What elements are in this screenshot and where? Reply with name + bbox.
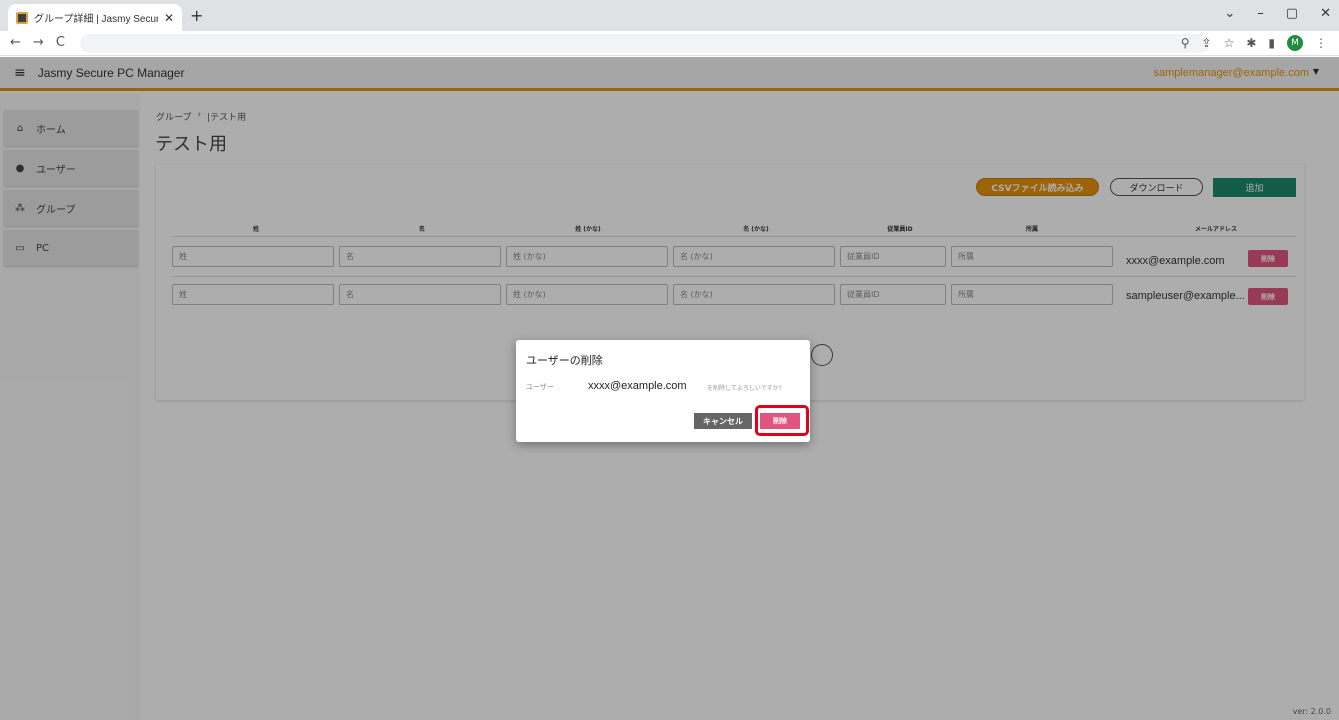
reload-icon[interactable]: C <box>56 35 65 50</box>
tab-title: グループ詳細 | Jasmy Secure PC M <box>34 14 158 25</box>
tab-close-icon[interactable]: ✕ <box>164 11 174 25</box>
window-controls: ⌄ – ▢ ✕ <box>1224 6 1331 21</box>
address-bar[interactable] <box>80 34 1210 53</box>
extensions-icon[interactable]: ✱ <box>1246 36 1256 50</box>
browser-tabstrip: グループ詳細 | Jasmy Secure PC M ✕ + ⌄ – ▢ ✕ <box>0 0 1339 31</box>
dialog-confirm-text: を削除してよろしいですか? <box>707 385 782 392</box>
toolbar-icons: ⚲ ⇪ ☆ ✱ ▮ M ⋮ <box>1181 35 1327 51</box>
dialog-user-label: ユーザー <box>526 383 554 391</box>
favicon-icon <box>16 11 28 24</box>
menu-kebab-icon[interactable]: ⋮ <box>1315 36 1327 50</box>
back-icon[interactable]: ← <box>10 35 21 50</box>
profile-avatar[interactable]: M <box>1287 35 1303 51</box>
close-window-icon[interactable]: ✕ <box>1320 6 1331 21</box>
new-tab-button[interactable]: + <box>190 6 203 25</box>
dialog-user-email: xxxx@example.com <box>588 380 687 392</box>
zoom-icon[interactable]: ⚲ <box>1181 36 1190 50</box>
sidepanel-icon[interactable]: ▮ <box>1268 36 1275 50</box>
forward-icon[interactable]: → <box>33 35 44 50</box>
nav-buttons: ← → C <box>10 35 65 50</box>
highlight-annotation <box>755 405 809 436</box>
dialog-title: ユーザーの削除 <box>526 354 603 367</box>
cancel-button[interactable]: キャンセル <box>694 413 752 429</box>
maximize-icon[interactable]: ▢ <box>1286 6 1298 21</box>
tab-search-icon[interactable]: ⌄ <box>1224 6 1235 21</box>
browser-tab[interactable]: グループ詳細 | Jasmy Secure PC M ✕ <box>8 4 182 31</box>
bookmark-star-icon[interactable]: ☆ <box>1224 36 1235 50</box>
minimize-icon[interactable]: – <box>1257 6 1264 21</box>
share-icon[interactable]: ⇪ <box>1202 36 1212 50</box>
browser-toolbar: ← → C ⚲ ⇪ ☆ ✱ ▮ M ⋮ <box>0 31 1339 56</box>
